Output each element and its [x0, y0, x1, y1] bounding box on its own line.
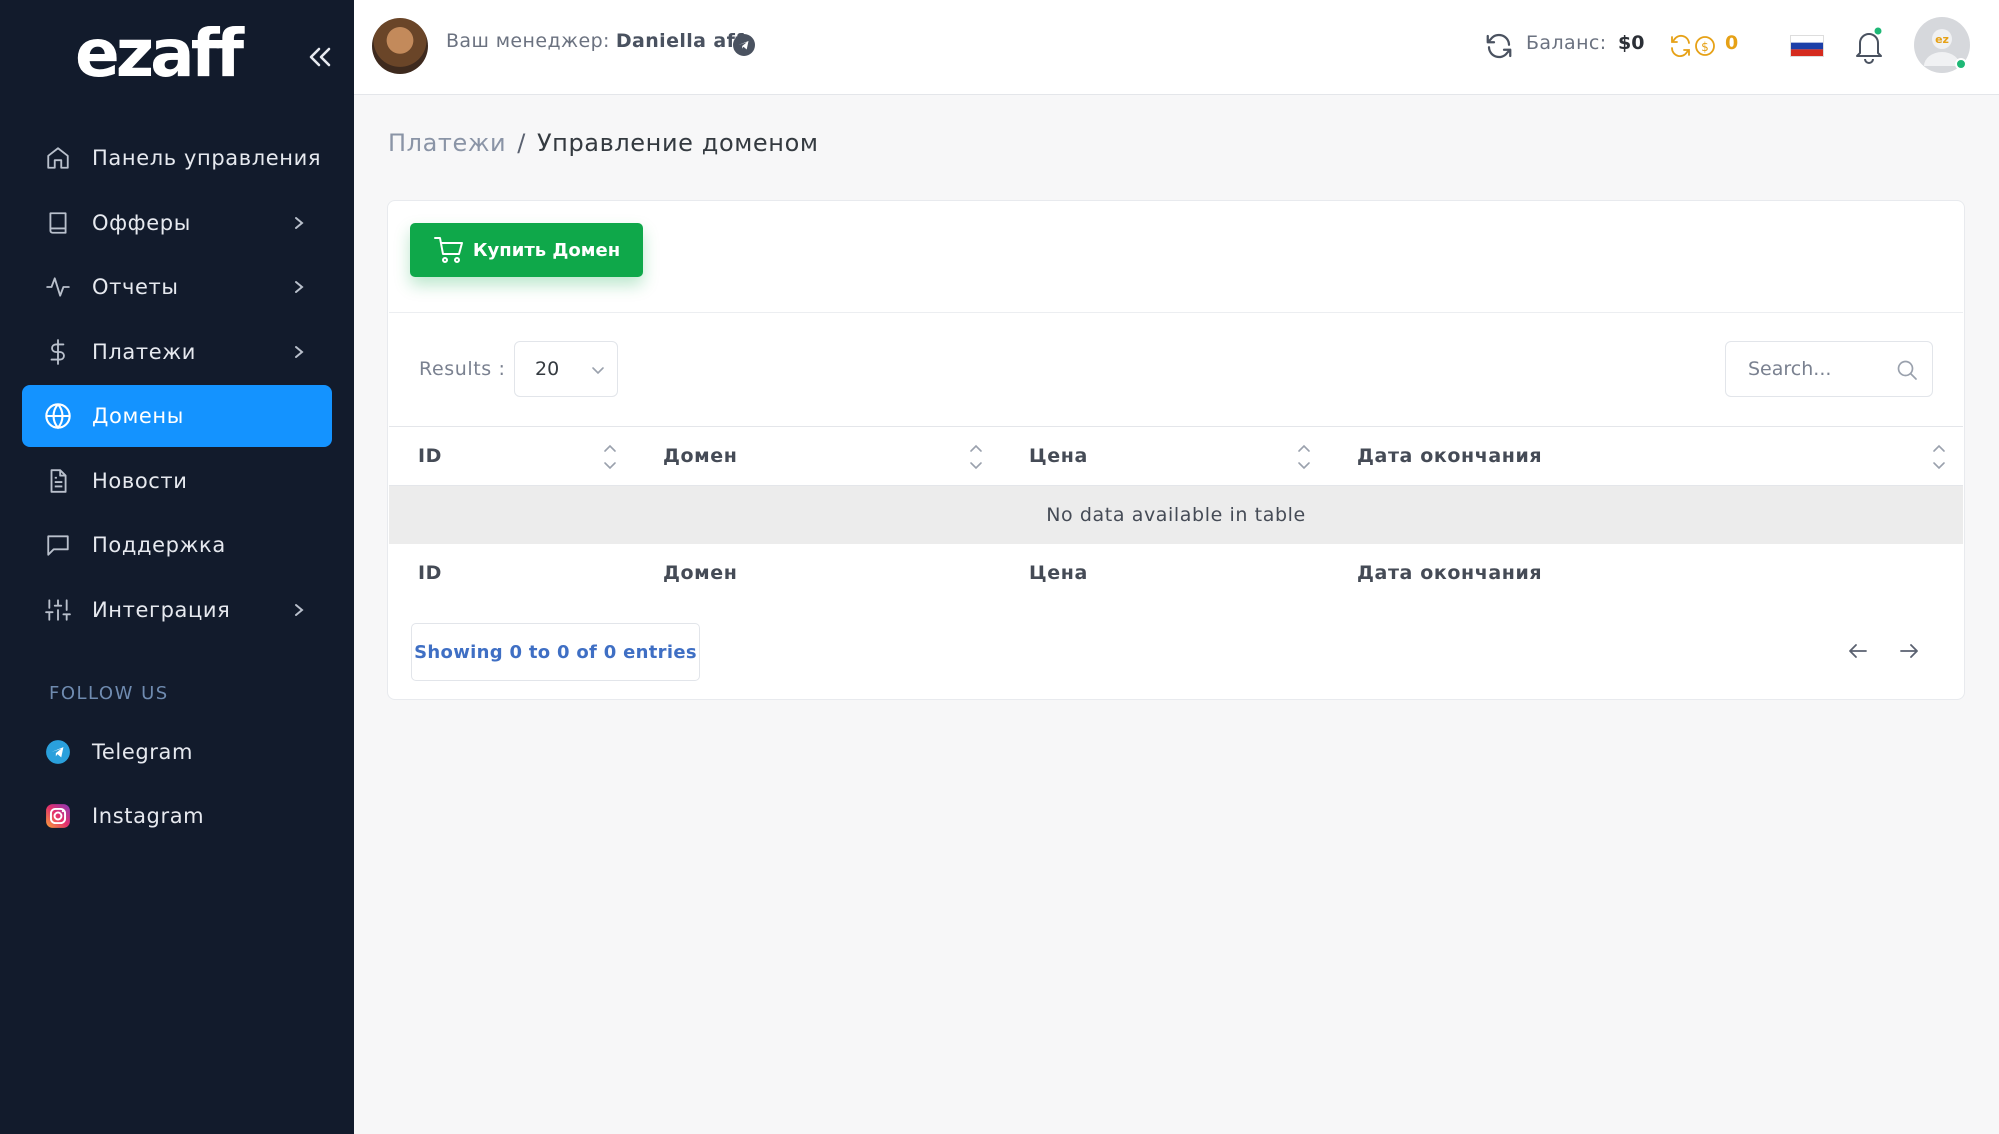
manager-avatar — [372, 18, 428, 74]
message-icon — [44, 531, 72, 559]
sidebar-item-integration[interactable]: Интеграция — [22, 579, 332, 641]
sidebar: ezaff Панель управления Офферы Отчеты Пл… — [0, 0, 354, 1134]
sort-icon — [604, 444, 616, 470]
sidebar-item-label: Отчеты — [92, 275, 179, 299]
topbar: Ваш менеджер: Daniella aff Баланс: $0 $ 0… — [354, 0, 1999, 95]
social-link-telegram[interactable]: Telegram — [22, 721, 332, 783]
table-wrapper: Results : 20 ID Домен Цена Дата окончани… — [389, 312, 1963, 699]
sidebar-nav: Панель управления Офферы Отчеты Платежи — [22, 127, 332, 643]
breadcrumb-parent-link[interactable]: Платежи — [388, 129, 506, 157]
next-page-arrow-icon[interactable] — [1896, 638, 1922, 664]
sidebar-item-label: Панель управления — [92, 146, 322, 170]
manager-telegram-icon[interactable] — [732, 33, 756, 57]
sort-icon — [1933, 444, 1945, 470]
column-header-price[interactable]: Цена — [1000, 426, 1328, 486]
balance-value: $0 — [1618, 32, 1645, 54]
svg-text:ezaff: ezaff — [75, 16, 245, 92]
instagram-icon — [44, 802, 72, 830]
sidebar-item-payments[interactable]: Платежи — [22, 321, 332, 383]
sidebar-item-label: Офферы — [92, 210, 191, 235]
sidebar-item-offers[interactable]: Офферы — [22, 192, 332, 254]
sliders-icon — [44, 596, 72, 624]
empty-table-message: No data available in table — [389, 485, 1963, 544]
manager-label: Ваш менеджер: — [446, 30, 610, 52]
search-icon — [1897, 360, 1917, 380]
buy-domain-label: Купить Домен — [472, 239, 621, 261]
sidebar-item-support[interactable]: Поддержка — [22, 514, 332, 576]
domains-table: ID Домен Цена Дата окончания No data ava… — [389, 426, 1963, 602]
chevron-right-icon — [295, 603, 304, 616]
column-header-expiry[interactable]: Дата окончания — [1328, 426, 1963, 486]
social-label: Instagram — [92, 804, 205, 828]
breadcrumb-separator: / — [517, 129, 526, 157]
chevron-right-icon — [295, 216, 304, 229]
table-info: Showing 0 to 0 of 0 entries — [411, 623, 700, 681]
follow-us-heading: FOLLOW US — [49, 683, 169, 704]
coin-exchange-icon[interactable]: $ — [1668, 31, 1720, 61]
sidebar-item-label: Поддержка — [92, 533, 226, 557]
column-label: Дата окончания — [1357, 445, 1543, 467]
svg-text:$: $ — [1701, 40, 1709, 54]
column-header-domain[interactable]: Домен — [634, 426, 1000, 486]
page-title: Управление доменом — [536, 129, 819, 157]
buy-domain-button[interactable]: Купить Домен — [410, 223, 643, 277]
column-header-id[interactable]: ID — [389, 426, 634, 486]
sort-icon — [1298, 444, 1310, 470]
dollar-icon — [44, 338, 72, 366]
sidebar-item-label: Новости — [92, 468, 188, 493]
results-label: Results : — [419, 358, 506, 380]
sidebar-item-label: Платежи — [92, 339, 197, 364]
sidebar-item-label: Интеграция — [92, 597, 231, 622]
shopping-cart-icon — [433, 237, 463, 263]
chevron-right-icon — [295, 345, 304, 358]
table-row: No data available in table — [389, 485, 1963, 544]
chevron-down-icon — [592, 367, 604, 375]
russian-flag-icon[interactable] — [1790, 35, 1824, 57]
sidebar-item-reports[interactable]: Отчеты — [22, 256, 332, 318]
refresh-balance-icon[interactable] — [1484, 31, 1514, 61]
collapse-sidebar-icon[interactable] — [302, 42, 338, 72]
globe-icon — [44, 402, 72, 430]
results-per-page-select[interactable]: 20 — [514, 341, 618, 397]
column-label: Цена — [1029, 445, 1088, 467]
column-label: Домен — [663, 445, 738, 467]
results-value: 20 — [535, 358, 560, 380]
activity-icon — [44, 273, 72, 301]
sidebar-item-label: Домены — [92, 404, 184, 428]
table-header-row: ID Домен Цена Дата окончания — [389, 426, 1963, 486]
domains-card: Купить Домен Results : 20 ID Домен Цена … — [387, 200, 1965, 700]
column-label: ID — [418, 445, 443, 467]
file-text-icon — [44, 467, 72, 495]
manager-info: Ваш менеджер: Daniella aff — [446, 30, 744, 52]
notification-bell-icon[interactable] — [1851, 26, 1887, 64]
sidebar-item-domains[interactable]: Домены — [22, 385, 332, 447]
table-footer-row: ID Домен Цена Дата окончания — [389, 544, 1963, 602]
search-box[interactable] — [1725, 341, 1933, 397]
manager-name: Daniella aff — [615, 30, 744, 52]
previous-page-arrow-icon[interactable] — [1845, 638, 1871, 664]
social-label: Telegram — [92, 740, 194, 764]
book-icon — [44, 209, 72, 237]
sort-icon — [970, 444, 982, 470]
social-link-instagram[interactable]: Instagram — [22, 785, 332, 847]
balance-label: Баланс: — [1526, 32, 1607, 54]
entries-info-text: Showing 0 to 0 of 0 entries — [414, 641, 697, 663]
footer-label-id: ID — [418, 561, 443, 584]
ezaff-logo[interactable]: ezaff — [75, 16, 255, 94]
search-input[interactable] — [1726, 342, 1876, 396]
sidebar-item-dashboard[interactable]: Панель управления — [22, 127, 332, 189]
breadcrumb: Платежи / Управление доменом — [388, 129, 819, 157]
home-icon — [44, 144, 72, 172]
footer-label-domain: Домен — [663, 561, 738, 584]
footer-label-expiry: Дата окончания — [1357, 561, 1543, 584]
user-avatar[interactable]: ez — [1913, 16, 1971, 74]
svg-text:ez: ez — [1935, 33, 1949, 46]
sidebar-item-news[interactable]: Новости — [22, 450, 332, 512]
coins-value: 0 — [1725, 32, 1739, 54]
chevron-right-icon — [295, 281, 304, 293]
telegram-icon — [44, 738, 72, 766]
footer-label-price: Цена — [1029, 561, 1088, 584]
